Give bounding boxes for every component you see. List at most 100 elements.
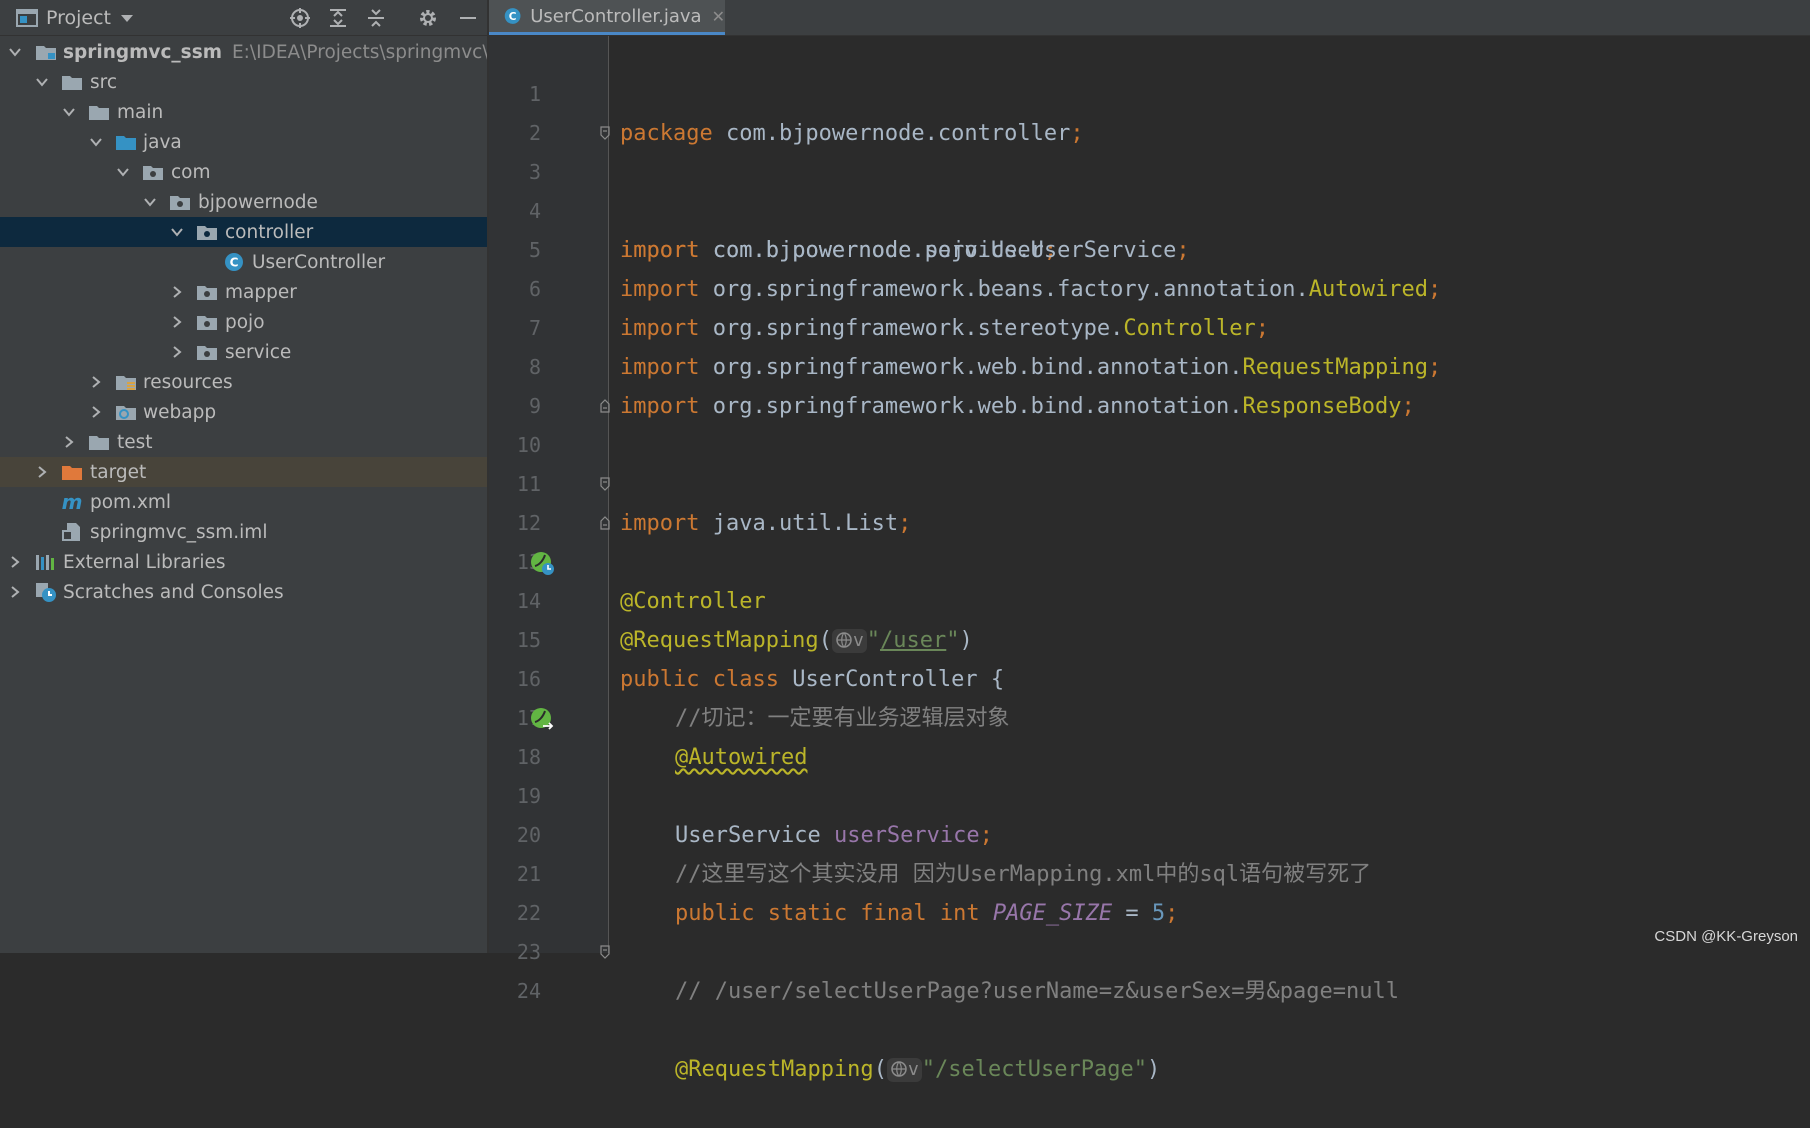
tree-item-pom[interactable]: m pom.xml [0, 487, 487, 517]
chevron-right-icon[interactable] [61, 434, 77, 450]
code-token: ( [873, 1057, 887, 1082]
autowired-gutter-icon[interactable] [529, 706, 555, 732]
libraries-icon [34, 550, 58, 574]
chevron-right-icon[interactable] [88, 404, 104, 420]
fold-marker-icon[interactable] [600, 945, 610, 959]
chevron-down-icon[interactable] [142, 194, 158, 210]
tree-item-java[interactable]: java [0, 127, 487, 157]
chevron-right-icon[interactable] [169, 314, 185, 330]
project-toolbar: Project [0, 0, 487, 36]
folder-icon [60, 70, 84, 94]
gear-icon[interactable] [416, 6, 440, 30]
tree-item-external-libraries[interactable]: External Libraries [0, 547, 487, 577]
tree-item-label: pom.xml [90, 491, 172, 513]
globe-icon [891, 1061, 907, 1077]
url-hint-badge[interactable]: v [886, 1058, 922, 1082]
code-comment: // /user/selectUserPage?userName=z&userS… [675, 979, 1399, 1004]
code-line: 14 public class UserController { [489, 543, 1810, 692]
svg-text:C: C [230, 256, 239, 270]
tab-usercontroller-java[interactable]: C UserController.java ✕ [489, 0, 725, 35]
tree-item-resources[interactable]: resources [0, 367, 487, 397]
project-panel: Project springmvc_ssm E:\IDEA\Projects\sp… [0, 0, 487, 953]
code-line: 4 import com.bjpowernode.service.UserSer… [489, 153, 1810, 263]
chevron-down-icon[interactable] [115, 164, 131, 180]
tree-item-label: test [117, 431, 153, 453]
chevron-right-icon[interactable] [88, 374, 104, 390]
tree-item-usercontroller[interactable]: C UserController [0, 247, 487, 277]
tree-item-label: target [90, 461, 147, 483]
tree-item-label: com [171, 161, 211, 183]
code-line: 18 UserService userService; [489, 699, 1810, 848]
scratches-icon [34, 580, 58, 604]
tree-item-label: service [225, 341, 292, 363]
fold-marker-icon[interactable] [600, 126, 610, 140]
tree-item-label: pojo [225, 311, 265, 333]
tree-item-service[interactable]: service [0, 337, 487, 367]
expand-all-icon[interactable] [326, 6, 350, 30]
chevron-down-icon[interactable] [169, 224, 185, 240]
fold-end-marker-icon[interactable] [600, 516, 610, 530]
tree-item-main[interactable]: main [0, 97, 487, 127]
tree-item-webapp[interactable]: webapp [0, 397, 487, 427]
tree-item-mapper[interactable]: mapper [0, 277, 487, 307]
fold-end-marker-icon[interactable] [600, 399, 610, 413]
chevron-right-icon[interactable] [7, 554, 23, 570]
chevron-right-icon[interactable] [169, 344, 185, 360]
minimize-icon[interactable] [456, 6, 480, 30]
spring-bean-gutter-icon[interactable] [529, 550, 555, 576]
tree-item-springmvc-ssm[interactable]: springmvc_ssm E:\IDEA\Projects\springmvc\… [0, 37, 487, 67]
package-icon [195, 220, 219, 244]
chevron-down-icon[interactable] [61, 104, 77, 120]
chevron-right-icon[interactable] [7, 584, 23, 600]
chevron-down-icon[interactable] [34, 74, 50, 90]
tree-item-label: UserController [252, 251, 386, 273]
tree-item-label: main [117, 101, 164, 123]
locate-icon[interactable] [288, 6, 312, 30]
tree-item-iml[interactable]: springmvc_ssm.iml [0, 517, 487, 547]
package-icon [195, 310, 219, 334]
project-view-selector[interactable]: Project [16, 0, 135, 35]
collapse-all-icon[interactable] [364, 6, 388, 30]
tab-label: UserController.java [530, 5, 702, 27]
project-title: Project [46, 6, 112, 29]
editor-tab-bar: C UserController.java ✕ [489, 0, 1810, 36]
tree-item-com[interactable]: com [0, 157, 487, 187]
chevron-down-icon[interactable] [7, 44, 23, 60]
svg-text:C: C [509, 11, 517, 23]
java-class-icon: C [222, 250, 246, 274]
line-number: 24 [516, 979, 541, 1003]
fold-marker-icon[interactable] [600, 477, 610, 491]
iml-file-icon [60, 520, 84, 544]
code-line: 7 import org.springframework.web.bind.an… [489, 270, 1810, 380]
tree-item-target[interactable]: target [0, 457, 487, 487]
tree-item-bjpowernode[interactable]: bjpowernode [0, 187, 487, 217]
project-icon [16, 8, 38, 27]
code-line: 20 //这里写这个其实没用 因为UserMapping.xml中的sql语句被… [489, 777, 1810, 887]
chevron-right-icon[interactable] [169, 284, 185, 300]
maven-icon: m [60, 490, 84, 514]
code-line: 11 [489, 426, 1810, 496]
tree-item-test[interactable]: test [0, 427, 487, 457]
code-editor[interactable]: 1 package com.bjpowernode.controller; 2 … [489, 36, 1810, 1082]
chevron-right-icon[interactable] [34, 464, 50, 480]
code-token: "/selectUserPage" [921, 1057, 1147, 1082]
tree-item-src[interactable]: src [0, 67, 487, 97]
tree-item-scratches[interactable]: Scratches and Consoles [0, 577, 487, 607]
svg-text:m: m [62, 491, 83, 513]
chevron-down-icon[interactable] [119, 12, 135, 24]
code-line: 8 import org.springframework.web.bind.an… [489, 309, 1810, 419]
module-folder-icon [34, 40, 58, 64]
code-line: 19 [489, 738, 1810, 808]
tree-item-label: springmvc_ssm.iml [90, 521, 268, 543]
folder-icon [87, 100, 111, 124]
source-folder-icon [114, 130, 138, 154]
code-line: 21 public static final int PAGE_SIZE = 5… [489, 816, 1810, 926]
tree-item-pojo[interactable]: pojo [0, 307, 487, 337]
code-line: 13 @RequestMapping(v "/user") [489, 504, 1810, 653]
tree-item-controller[interactable]: controller [0, 217, 487, 247]
code-line: 17 @Autowired [489, 660, 1810, 770]
close-icon[interactable]: ✕ [712, 7, 725, 26]
tree-item-label: webapp [143, 401, 217, 423]
code-line: 15 [489, 582, 1810, 652]
chevron-down-icon[interactable] [88, 134, 104, 150]
